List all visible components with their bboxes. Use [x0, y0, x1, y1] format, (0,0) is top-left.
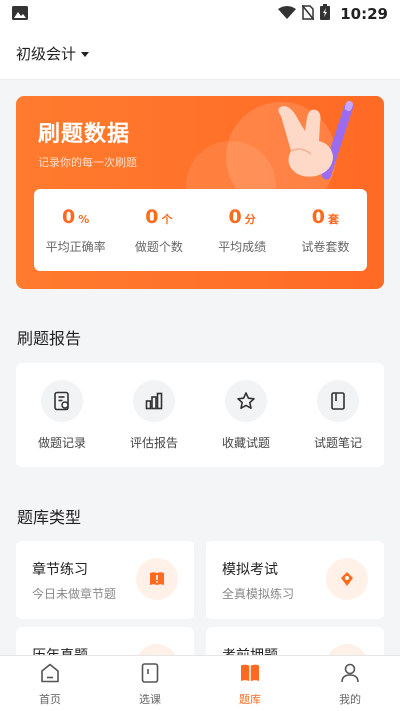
report-item-label: 评估报告 [129, 435, 178, 450]
nav-label: 题库 [239, 693, 261, 706]
nav-question-bank[interactable]: 题库 [200, 656, 300, 711]
stat-unit: 套 [327, 212, 339, 226]
card-title: 模拟考试 [222, 562, 278, 578]
nav-courses[interactable]: 选课 [100, 656, 200, 711]
stat-value: 0 [61, 205, 76, 228]
report-item-evaluation[interactable]: 评估报告 [108, 363, 200, 467]
record-icon [41, 379, 83, 422]
bar-chart-icon [133, 379, 175, 422]
practice-data-banner: 刷题数据 记录你的每一次刷题 0% 平均正确率 0个 做题个数 0分 平均成绩 … [16, 96, 384, 289]
report-item-records[interactable]: 做题记录 [16, 363, 108, 467]
hand-with-pen-illustration [278, 100, 354, 180]
caret-down-icon [81, 51, 90, 57]
stat-value: 0 [311, 205, 325, 228]
home-icon [39, 662, 61, 688]
banner-title: 刷题数据 [38, 122, 131, 147]
course-icon [139, 662, 161, 688]
stat-label: 做题个数 [134, 239, 183, 254]
stat-unit: 分 [244, 212, 256, 226]
stat-unit: 个 [161, 212, 173, 226]
course-selector[interactable]: 初级会计 [16, 43, 90, 64]
stat-label: 平均成绩 [218, 239, 267, 254]
book-icon [136, 558, 178, 600]
stats-card: 0% 平均正确率 0个 做题个数 0分 平均成绩 0套 试卷套数 [34, 189, 367, 271]
star-icon [225, 379, 267, 422]
stat-value: 0 [228, 205, 242, 228]
profile-icon [339, 662, 361, 688]
battery-charging-icon [320, 4, 331, 24]
report-item-notes[interactable]: 试题笔记 [292, 363, 384, 467]
stat-label: 试卷套数 [301, 239, 350, 254]
report-section-title: 刷题报告 [17, 329, 82, 348]
stat-average-score[interactable]: 0分 平均成绩 [201, 189, 284, 271]
report-card: 做题记录 评估报告 收藏试题 试题笔记 [16, 363, 384, 467]
report-item-label: 做题记录 [37, 435, 86, 450]
course-label: 初级会计 [16, 45, 77, 63]
app-header: 初级会计 [0, 28, 400, 80]
chapter-practice-card[interactable]: 章节练习 今日未做章节题 [16, 541, 194, 619]
notebook-icon [317, 379, 359, 422]
bank-section-title: 题库类型 [17, 508, 82, 527]
stat-unit: % [78, 212, 90, 226]
nav-label: 我的 [339, 693, 361, 706]
no-sim-icon [301, 4, 315, 24]
report-item-favorites[interactable]: 收藏试题 [200, 363, 292, 467]
stat-paper-count[interactable]: 0套 试卷套数 [284, 189, 367, 271]
bottom-navigation: 首页 选课 题库 我的 [0, 655, 400, 711]
question-bank-icon [239, 662, 261, 688]
card-subtitle: 全真模拟练习 [222, 587, 295, 601]
stat-accuracy[interactable]: 0% 平均正确率 [34, 189, 117, 271]
nav-home[interactable]: 首页 [0, 656, 100, 711]
stat-value: 0 [145, 205, 159, 228]
mock-exam-card[interactable]: 模拟考试 全真模拟练习 [206, 541, 384, 619]
pen-nib-icon [326, 558, 368, 600]
report-item-label: 收藏试题 [221, 435, 270, 450]
nav-label: 选课 [139, 693, 161, 706]
nav-label: 首页 [39, 693, 61, 706]
gallery-notification-icon [12, 5, 28, 24]
status-bar: 10:29 [0, 0, 400, 28]
report-item-label: 试题笔记 [313, 435, 362, 450]
card-title: 章节练习 [32, 562, 88, 578]
stat-question-count[interactable]: 0个 做题个数 [117, 189, 200, 271]
stat-label: 平均正确率 [45, 239, 106, 254]
card-subtitle: 今日未做章节题 [32, 587, 117, 601]
clock: 10:29 [340, 5, 388, 23]
banner-subtitle: 记录你的每一次刷题 [38, 156, 137, 169]
wifi-icon [278, 5, 297, 24]
nav-profile[interactable]: 我的 [300, 656, 400, 711]
